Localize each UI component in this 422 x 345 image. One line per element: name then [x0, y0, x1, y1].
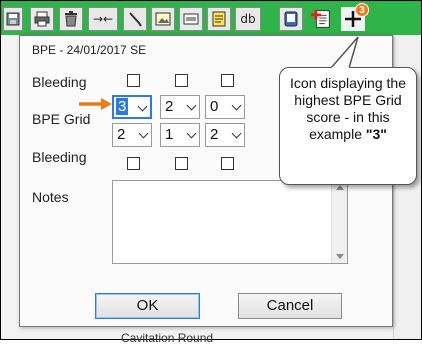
callout-tooltip: Icon displaying the highest BPE Grid sco… [279, 67, 417, 185]
callout-emphasis: "3" [365, 126, 387, 142]
callout-text: Icon displaying the highest BPE Grid sco… [290, 75, 406, 142]
